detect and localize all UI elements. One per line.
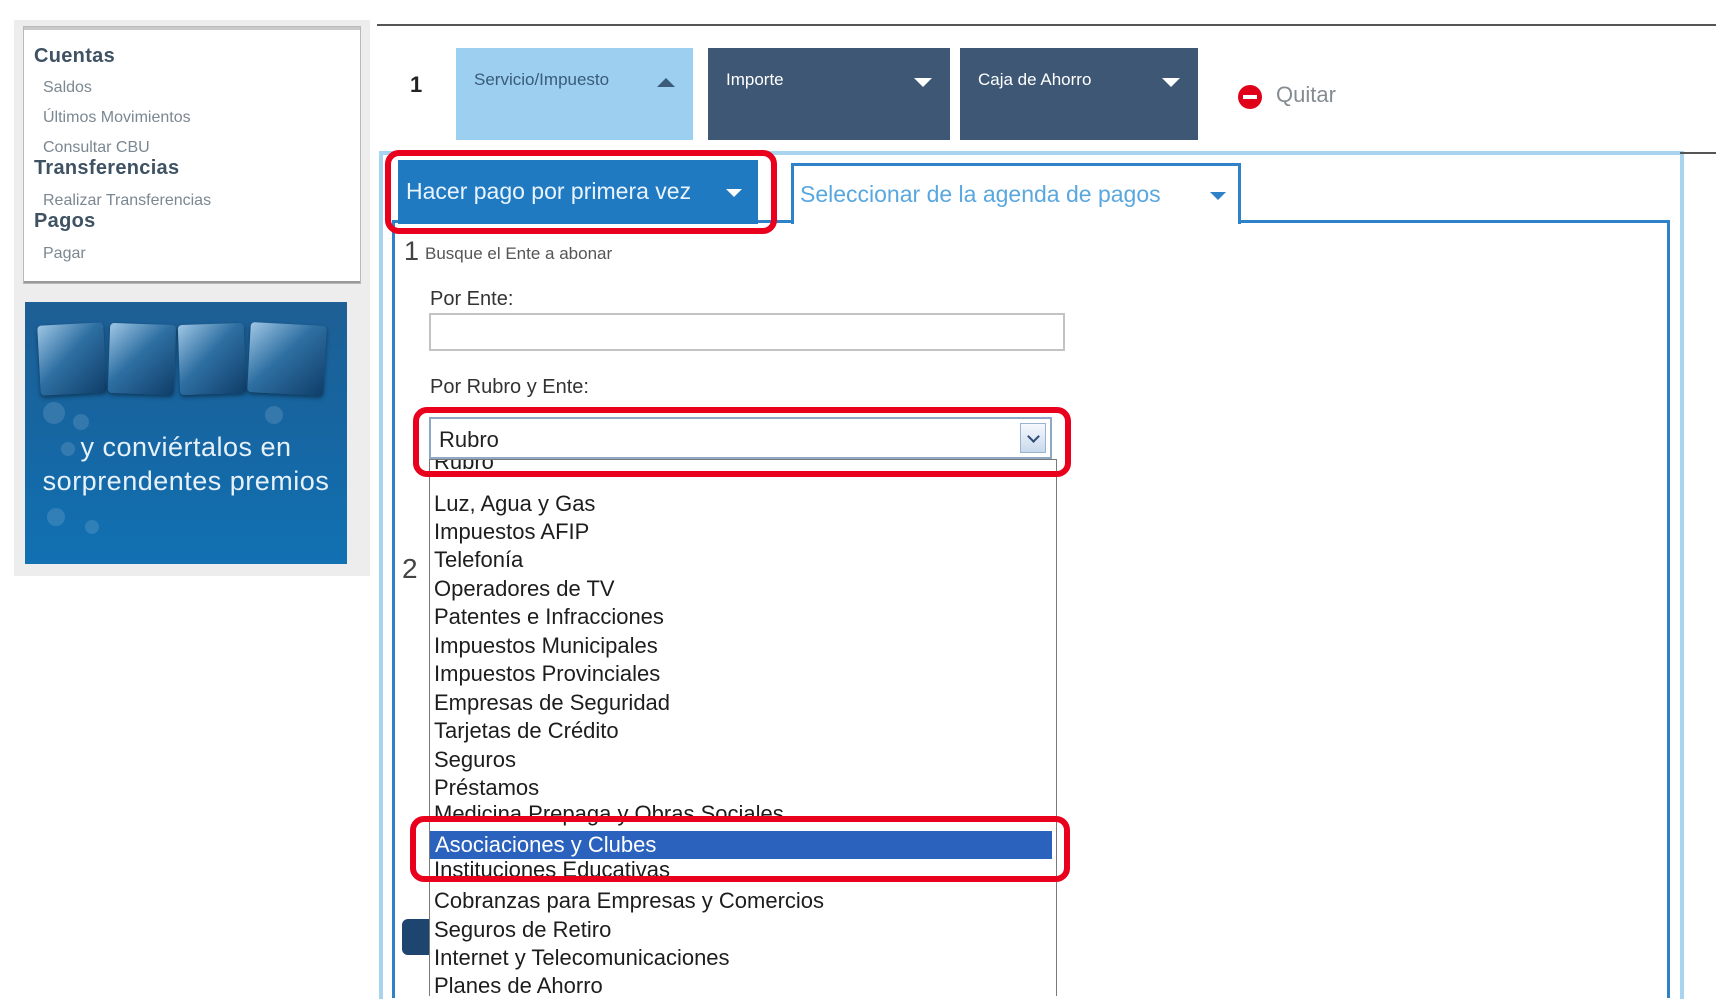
sidebar-section-cuentas: Cuentas xyxy=(34,45,116,67)
caret-down-icon xyxy=(1162,78,1180,87)
dropdown-option[interactable]: Seguros de Retiro xyxy=(434,916,611,944)
dropdown-option[interactable]: Seguros xyxy=(434,746,516,774)
tab-label: Servicio/Impuesto xyxy=(474,70,610,89)
por-ente-input[interactable] xyxy=(429,313,1065,351)
caret-down-icon xyxy=(1210,192,1226,200)
tab-servicio-impuesto[interactable]: Servicio/Impuesto xyxy=(456,48,693,140)
promo-text-line2: sorprendentes premios xyxy=(42,466,330,496)
continue-button[interactable] xyxy=(402,919,430,955)
dropdown-option[interactable]: Rubro xyxy=(434,460,494,476)
panel-divider xyxy=(1680,152,1716,154)
tab-label: Importe xyxy=(726,70,784,89)
sidebar-link-consultar-cbu[interactable]: Consultar CBU xyxy=(43,139,150,157)
rubro-select[interactable]: Rubro xyxy=(429,417,1052,459)
tab-label: Hacer pago por primera vez xyxy=(406,178,692,204)
rubro-dropdown-list: Rubro Luz, Agua y Gas Impuestos AFIP Tel… xyxy=(429,459,1057,996)
sidebar-link-realizar-transferencias[interactable]: Realizar Transferencias xyxy=(43,192,211,210)
dropdown-option[interactable]: Instituciones Educativas xyxy=(434,856,670,884)
dropdown-option[interactable]: Impuestos AFIP xyxy=(434,518,589,546)
sidebar-link-pagar[interactable]: Pagar xyxy=(43,245,86,263)
sidebar-link-ultimos-movimientos[interactable]: Últimos Movimientos xyxy=(43,109,191,127)
tab-label: Seleccionar de la agenda de pagos xyxy=(800,181,1161,207)
step1-number: 1 xyxy=(404,236,420,266)
remove-icon xyxy=(1238,85,1262,109)
tab-caja-de-ahorro[interactable]: Caja de Ahorro xyxy=(960,48,1198,140)
dropdown-option[interactable]: Tarjetas de Crédito xyxy=(434,717,619,745)
por-ente-label: Por Ente: xyxy=(430,288,514,310)
dropdown-option[interactable]: Impuestos Provinciales xyxy=(434,660,660,688)
por-rubro-label: Por Rubro y Ente: xyxy=(430,376,589,398)
tab-importe[interactable]: Importe xyxy=(708,48,950,140)
step-number: 1 xyxy=(410,72,423,97)
promo-text-line1: y conviértalos en xyxy=(80,432,292,462)
sidebar-menu: Cuentas Saldos Últimos Movimientos Consu… xyxy=(23,26,361,284)
step2-number: 2 xyxy=(402,553,418,584)
step1-instruction: Busque el Ente a abonar xyxy=(425,244,613,263)
caret-down-icon xyxy=(914,78,932,87)
sidebar-link-saldos[interactable]: Saldos xyxy=(43,79,92,97)
rubro-select-value: Rubro xyxy=(439,427,499,452)
dropdown-option[interactable]: Patentes e Infracciones xyxy=(434,603,664,631)
dropdown-option[interactable]: Impuestos Municipales xyxy=(434,632,658,660)
promo-banner[interactable]: y conviértalos en sorprendentes premios xyxy=(25,302,347,564)
dropdown-option-selected[interactable]: Asociaciones y Clubes xyxy=(430,831,1052,859)
caret-down-icon xyxy=(726,189,742,197)
dropdown-option[interactable]: Telefonía xyxy=(434,546,523,574)
tab-seleccionar-agenda[interactable]: Seleccionar de la agenda de pagos xyxy=(791,163,1241,224)
sidebar-section-pagos: Pagos xyxy=(34,210,96,232)
quitar-label: Quitar xyxy=(1276,82,1336,107)
caret-up-icon xyxy=(657,78,675,87)
dropdown-option[interactable]: Medicina Prepaga y Obras Sociales xyxy=(434,800,784,828)
dropdown-option[interactable]: Empresas de Seguridad xyxy=(434,689,670,717)
dropdown-option[interactable]: Planes de Ahorro xyxy=(434,972,603,996)
chevron-down-icon[interactable] xyxy=(1020,423,1046,453)
dropdown-option[interactable]: Operadores de TV xyxy=(434,575,615,603)
sidebar-section-transferencias: Transferencias xyxy=(34,157,180,179)
sidebar: Cuentas Saldos Últimos Movimientos Consu… xyxy=(14,20,370,576)
dropdown-option[interactable]: Préstamos xyxy=(434,774,539,802)
tab-label: Caja de Ahorro xyxy=(978,70,1092,89)
dropdown-option[interactable]: Luz, Agua y Gas xyxy=(434,490,595,518)
dropdown-option[interactable]: Cobranzas para Empresas y Comercios xyxy=(434,887,824,915)
promo-cards-image xyxy=(37,322,335,398)
tab-hacer-pago-primera-vez[interactable]: Hacer pago por primera vez xyxy=(398,160,758,224)
top-divider xyxy=(377,24,1716,26)
dropdown-option[interactable]: Internet y Telecomunicaciones xyxy=(434,944,730,972)
